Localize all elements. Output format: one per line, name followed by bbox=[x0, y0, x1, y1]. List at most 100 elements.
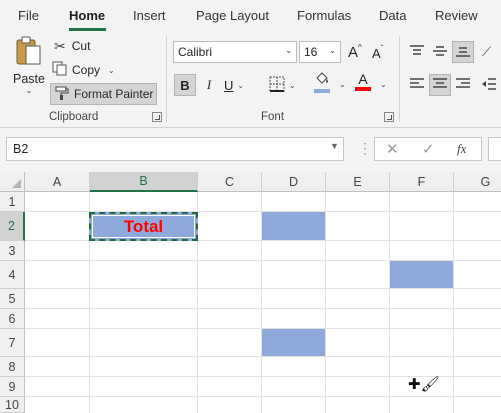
borders-button[interactable]: ⌄ bbox=[269, 74, 296, 96]
align-right-icon bbox=[456, 77, 470, 93]
name-box-dropdown-icon[interactable]: ▼ bbox=[330, 141, 339, 151]
shrink-font-label: A bbox=[372, 45, 381, 61]
cancel-icon[interactable]: ✕ bbox=[386, 140, 399, 158]
ribbon: Paste ⌄ ✂ Cut Copy ⌄ Format Painter Clip… bbox=[0, 32, 501, 128]
fill-color-button[interactable] bbox=[314, 72, 330, 96]
align-top-icon bbox=[410, 44, 424, 60]
row-header-4[interactable]: 4 bbox=[0, 261, 25, 289]
font-size-value: 16 bbox=[304, 45, 318, 59]
gridline bbox=[25, 288, 501, 289]
gridline bbox=[25, 356, 501, 357]
column-header-c[interactable]: C bbox=[198, 172, 262, 192]
underline-label: U bbox=[224, 77, 234, 93]
font-size-box[interactable]: 16 ⌄ bbox=[299, 41, 341, 63]
tab-review[interactable]: Review bbox=[435, 8, 478, 23]
clipboard-group-label: Clipboard bbox=[49, 111, 99, 123]
top-align-button[interactable] bbox=[407, 42, 427, 62]
cell-b2-active[interactable]: Total bbox=[89, 212, 198, 241]
borders-dropdown-icon[interactable]: ⌄ bbox=[289, 81, 296, 90]
copy-icon bbox=[52, 61, 67, 79]
italic-button[interactable]: I bbox=[200, 74, 218, 96]
tab-page-layout[interactable]: Page Layout bbox=[196, 8, 269, 23]
middle-align-button[interactable] bbox=[430, 42, 450, 62]
increase-font-size-button[interactable]: A ^ bbox=[348, 42, 362, 62]
column-header-e[interactable]: E bbox=[326, 172, 390, 192]
font-dialog-launcher-icon[interactable] bbox=[384, 112, 394, 122]
font-name-box[interactable]: Calibri ⌄ bbox=[173, 41, 297, 63]
row-header-9[interactable]: 9 bbox=[0, 377, 25, 397]
font-size-dropdown-icon[interactable]: ⌄ bbox=[329, 46, 336, 55]
orientation-icon: ⟋ bbox=[482, 44, 492, 59]
gridline bbox=[389, 192, 390, 413]
tab-insert[interactable]: Insert bbox=[133, 8, 166, 23]
row-header-7[interactable]: 7 bbox=[0, 329, 25, 357]
bold-button[interactable]: B bbox=[174, 74, 196, 96]
underline-dropdown-icon[interactable]: ⌄ bbox=[237, 81, 244, 90]
column-header-g[interactable]: G bbox=[454, 172, 501, 192]
align-bottom-icon bbox=[456, 45, 470, 60]
tab-formulas[interactable]: Formulas bbox=[297, 8, 351, 23]
name-box[interactable]: B2 bbox=[6, 137, 344, 161]
insert-function-button[interactable]: fx bbox=[457, 141, 466, 157]
cut-button[interactable]: ✂ Cut bbox=[54, 37, 90, 55]
font-color-swatch bbox=[355, 87, 371, 91]
row-header-2[interactable]: 2 bbox=[0, 212, 25, 241]
decrease-indent-button[interactable] bbox=[482, 75, 501, 95]
row-header-5[interactable]: 5 bbox=[0, 289, 25, 309]
cell-d7[interactable] bbox=[262, 329, 325, 356]
align-right-button[interactable] bbox=[453, 75, 473, 95]
format-painter-label: Format Painter bbox=[74, 87, 154, 101]
fill-color-swatch bbox=[314, 89, 330, 93]
font-name-dropdown-icon[interactable]: ⌄ bbox=[285, 46, 292, 55]
gridline bbox=[325, 192, 326, 413]
format-painter-cursor-icon: ✚🖌 bbox=[408, 376, 440, 393]
column-header-f[interactable]: F bbox=[390, 172, 454, 192]
tab-home[interactable]: Home bbox=[69, 8, 105, 23]
align-center-icon bbox=[433, 77, 447, 93]
paste-icon bbox=[14, 36, 44, 71]
paint-bucket-icon bbox=[314, 72, 330, 89]
paste-label: Paste bbox=[13, 72, 45, 86]
fill-color-dropdown-icon[interactable]: ⌄ bbox=[339, 80, 346, 89]
copy-dropdown-icon[interactable]: ⌄ bbox=[108, 66, 115, 75]
row-header-10[interactable]: 10 bbox=[0, 397, 25, 413]
gridline bbox=[25, 308, 501, 309]
paste-button[interactable]: Paste ⌄ bbox=[8, 36, 50, 96]
enter-check-icon[interactable]: ✓ bbox=[422, 140, 435, 158]
select-all-button[interactable] bbox=[0, 172, 25, 192]
row-header-1[interactable]: 1 bbox=[0, 192, 25, 212]
formula-buttons: ✕ ✓ fx bbox=[374, 137, 482, 161]
copy-button[interactable]: Copy ⌄ bbox=[52, 61, 115, 79]
column-header-b[interactable]: B bbox=[90, 172, 198, 192]
cut-label: Cut bbox=[71, 39, 91, 53]
formula-bar-grip-icon: ⋮ bbox=[358, 140, 372, 156]
column-header-d[interactable]: D bbox=[262, 172, 326, 192]
row-header-8[interactable]: 8 bbox=[0, 357, 25, 377]
cell-f4[interactable] bbox=[390, 261, 453, 288]
scissors-icon: ✂ bbox=[54, 37, 66, 54]
decrease-font-size-button[interactable]: Aˇ bbox=[372, 44, 383, 62]
font-color-dropdown-icon[interactable]: ⌄ bbox=[380, 80, 387, 89]
paintbrush-icon bbox=[55, 86, 69, 103]
grow-font-label: A bbox=[348, 43, 359, 61]
font-group-label: Font bbox=[261, 111, 285, 123]
format-painter-button[interactable]: Format Painter bbox=[50, 83, 157, 105]
tab-data[interactable]: Data bbox=[379, 8, 406, 23]
group-divider bbox=[166, 36, 167, 122]
align-left-button[interactable] bbox=[407, 75, 427, 95]
ribbon-tabs: File Home Insert Page Layout Formulas Da… bbox=[0, 0, 501, 32]
orientation-button[interactable]: ⟋ bbox=[482, 42, 501, 62]
cell-d2[interactable] bbox=[262, 212, 325, 240]
align-center-button[interactable] bbox=[429, 74, 451, 96]
row-header-6[interactable]: 6 bbox=[0, 309, 25, 329]
formula-input[interactable] bbox=[488, 137, 501, 161]
font-color-button[interactable]: A bbox=[355, 72, 371, 96]
underline-button[interactable]: U ⌄ bbox=[224, 74, 244, 96]
bottom-align-button[interactable] bbox=[452, 41, 474, 63]
tab-file[interactable]: File bbox=[18, 8, 39, 23]
column-header-a[interactable]: A bbox=[25, 172, 90, 192]
row-header-3[interactable]: 3 bbox=[0, 241, 25, 261]
paste-dropdown-icon[interactable]: ⌄ bbox=[26, 86, 33, 95]
clipboard-dialog-launcher-icon[interactable] bbox=[152, 112, 162, 122]
worksheet-grid[interactable]: A B C D E F G 1 2 3 4 5 6 7 8 9 10 Total… bbox=[0, 172, 501, 413]
